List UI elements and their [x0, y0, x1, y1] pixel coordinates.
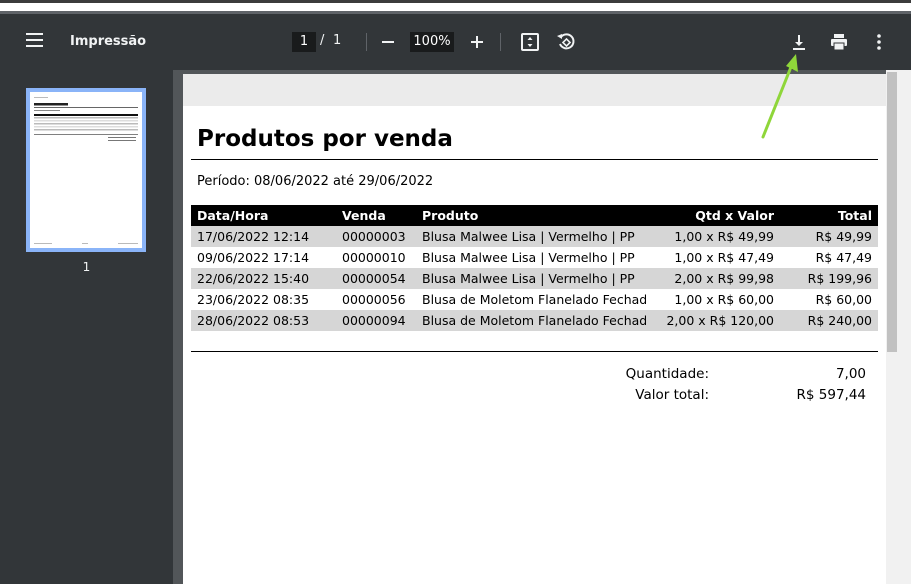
- cell-qty-value: 1,00 x R$ 47,49: [674, 250, 774, 265]
- column-header: Produto: [416, 205, 646, 226]
- cell-total: R$ 240,00: [780, 310, 878, 331]
- table-row: 17/06/2022 12:14 00000003 Blusa Malwee L…: [191, 226, 878, 247]
- cell-product: Blusa de Moletom Flanelado Fechado |: [416, 310, 646, 331]
- thumbnail-page-number: 1: [82, 260, 91, 274]
- cell-qty-value: 2,00 x R$ 99,98: [646, 268, 780, 289]
- rotate-button[interactable]: [554, 30, 578, 54]
- cell-total: R$ 199,96: [780, 268, 878, 289]
- document-viewer: Produtos por venda Período: 08/06/2022 a…: [173, 70, 911, 584]
- cell-total: R$ 47,49: [815, 250, 872, 265]
- cell-sale: 00000010: [342, 250, 406, 265]
- print-icon: [831, 34, 847, 51]
- fit-page-icon: [521, 33, 539, 51]
- cell-product: Blusa Malwee Lisa | Vermelho | PP: [416, 268, 646, 289]
- table-row: 28/06/2022 08:53 00000094 Blusa de Molet…: [191, 310, 878, 331]
- quantity-value: 7,00: [835, 366, 866, 382]
- cell-datetime: 22/06/2022 15:40: [191, 268, 336, 289]
- page-separator: /: [320, 33, 325, 48]
- cell-product: Blusa de Moletom Flanelado Fechado |: [422, 292, 646, 307]
- cell-datetime: 28/06/2022 08:53: [191, 310, 336, 331]
- cell-qty-value: 1,00 x R$ 49,99: [646, 226, 780, 247]
- minus-icon: [382, 41, 394, 43]
- page-thumbnail[interactable]: [26, 88, 146, 252]
- cell-product: Blusa Malwee Lisa | Vermelho | PP: [416, 226, 646, 247]
- thumbnail-image: [34, 97, 138, 244]
- total-label: Valor total:: [635, 387, 709, 403]
- table-row: 23/06/2022 08:35 00000056 Blusa de Molet…: [191, 289, 878, 310]
- pdf-page: Produtos por venda Período: 08/06/2022 a…: [183, 74, 886, 584]
- cell-sale: 00000003: [336, 226, 416, 247]
- summary-divider: [191, 351, 878, 352]
- more-options-button[interactable]: [867, 30, 891, 54]
- toolbar-divider: [500, 33, 501, 51]
- menu-button[interactable]: [26, 33, 46, 49]
- page-number-input[interactable]: 1: [292, 32, 316, 52]
- quantity-label: Quantidade:: [625, 366, 709, 382]
- plus-icon: [471, 36, 483, 48]
- report-period: Período: 08/06/2022 até 29/06/2022: [197, 174, 434, 189]
- rotate-icon: [557, 33, 575, 50]
- column-header: Total: [780, 205, 878, 226]
- cell-datetime: 17/06/2022 12:14: [191, 226, 336, 247]
- toolbar-divider: [366, 33, 367, 51]
- download-button[interactable]: [787, 30, 811, 54]
- document-title: Impressão: [70, 34, 147, 49]
- table-row: 22/06/2022 15:40 00000054 Blusa Malwee L…: [191, 268, 878, 289]
- top-border: [0, 0, 911, 3]
- cell-qty-value: 2,00 x R$ 120,00: [646, 310, 780, 331]
- pdf-toolbar: Impressão 1 / 1 100%: [0, 14, 911, 70]
- scrollbar-thumb[interactable]: [887, 72, 897, 352]
- cell-datetime: 09/06/2022 17:14: [197, 250, 310, 265]
- menu-icon: [26, 33, 43, 35]
- column-header: Data/Hora: [191, 205, 336, 226]
- cell-total: R$ 60,00: [815, 292, 872, 307]
- table-row: 09/06/2022 17:14 00000010 Blusa Malwee L…: [191, 247, 878, 268]
- zoom-out-button[interactable]: [376, 30, 400, 54]
- cell-total: R$ 49,99: [780, 226, 878, 247]
- title-divider: [191, 159, 878, 160]
- report-title: Produtos por venda: [197, 126, 453, 152]
- thumbnail-sidebar: 1: [0, 70, 173, 584]
- page-total: 1: [333, 33, 342, 48]
- vertical-scrollbar[interactable]: [886, 70, 911, 584]
- print-button[interactable]: [827, 30, 851, 54]
- cell-product: Blusa Malwee Lisa | Vermelho | PP: [422, 250, 635, 265]
- window-top-strip: [0, 0, 911, 14]
- download-icon: [793, 35, 805, 50]
- zoom-in-button[interactable]: [465, 30, 489, 54]
- cell-qty-value: 1,00 x R$ 60,00: [674, 292, 774, 307]
- sales-table: Data/Hora Venda Produto Qtd x Valor Tota…: [191, 205, 878, 331]
- column-header: Venda: [336, 205, 416, 226]
- more-vert-icon: [877, 34, 881, 50]
- cell-sale: 00000054: [336, 268, 416, 289]
- zoom-level-input[interactable]: 100%: [410, 32, 454, 52]
- column-header: Qtd x Valor: [646, 205, 780, 226]
- cell-sale: 00000094: [336, 310, 416, 331]
- thumbnail-preview: [30, 92, 142, 248]
- total-value: R$ 597,44: [796, 387, 867, 403]
- cell-datetime: 23/06/2022 08:35: [197, 292, 310, 307]
- fit-to-page-button[interactable]: [518, 30, 542, 54]
- page-header-band: [183, 74, 886, 106]
- table-header-row: Data/Hora Venda Produto Qtd x Valor Tota…: [191, 205, 878, 226]
- cell-sale: 00000056: [342, 292, 406, 307]
